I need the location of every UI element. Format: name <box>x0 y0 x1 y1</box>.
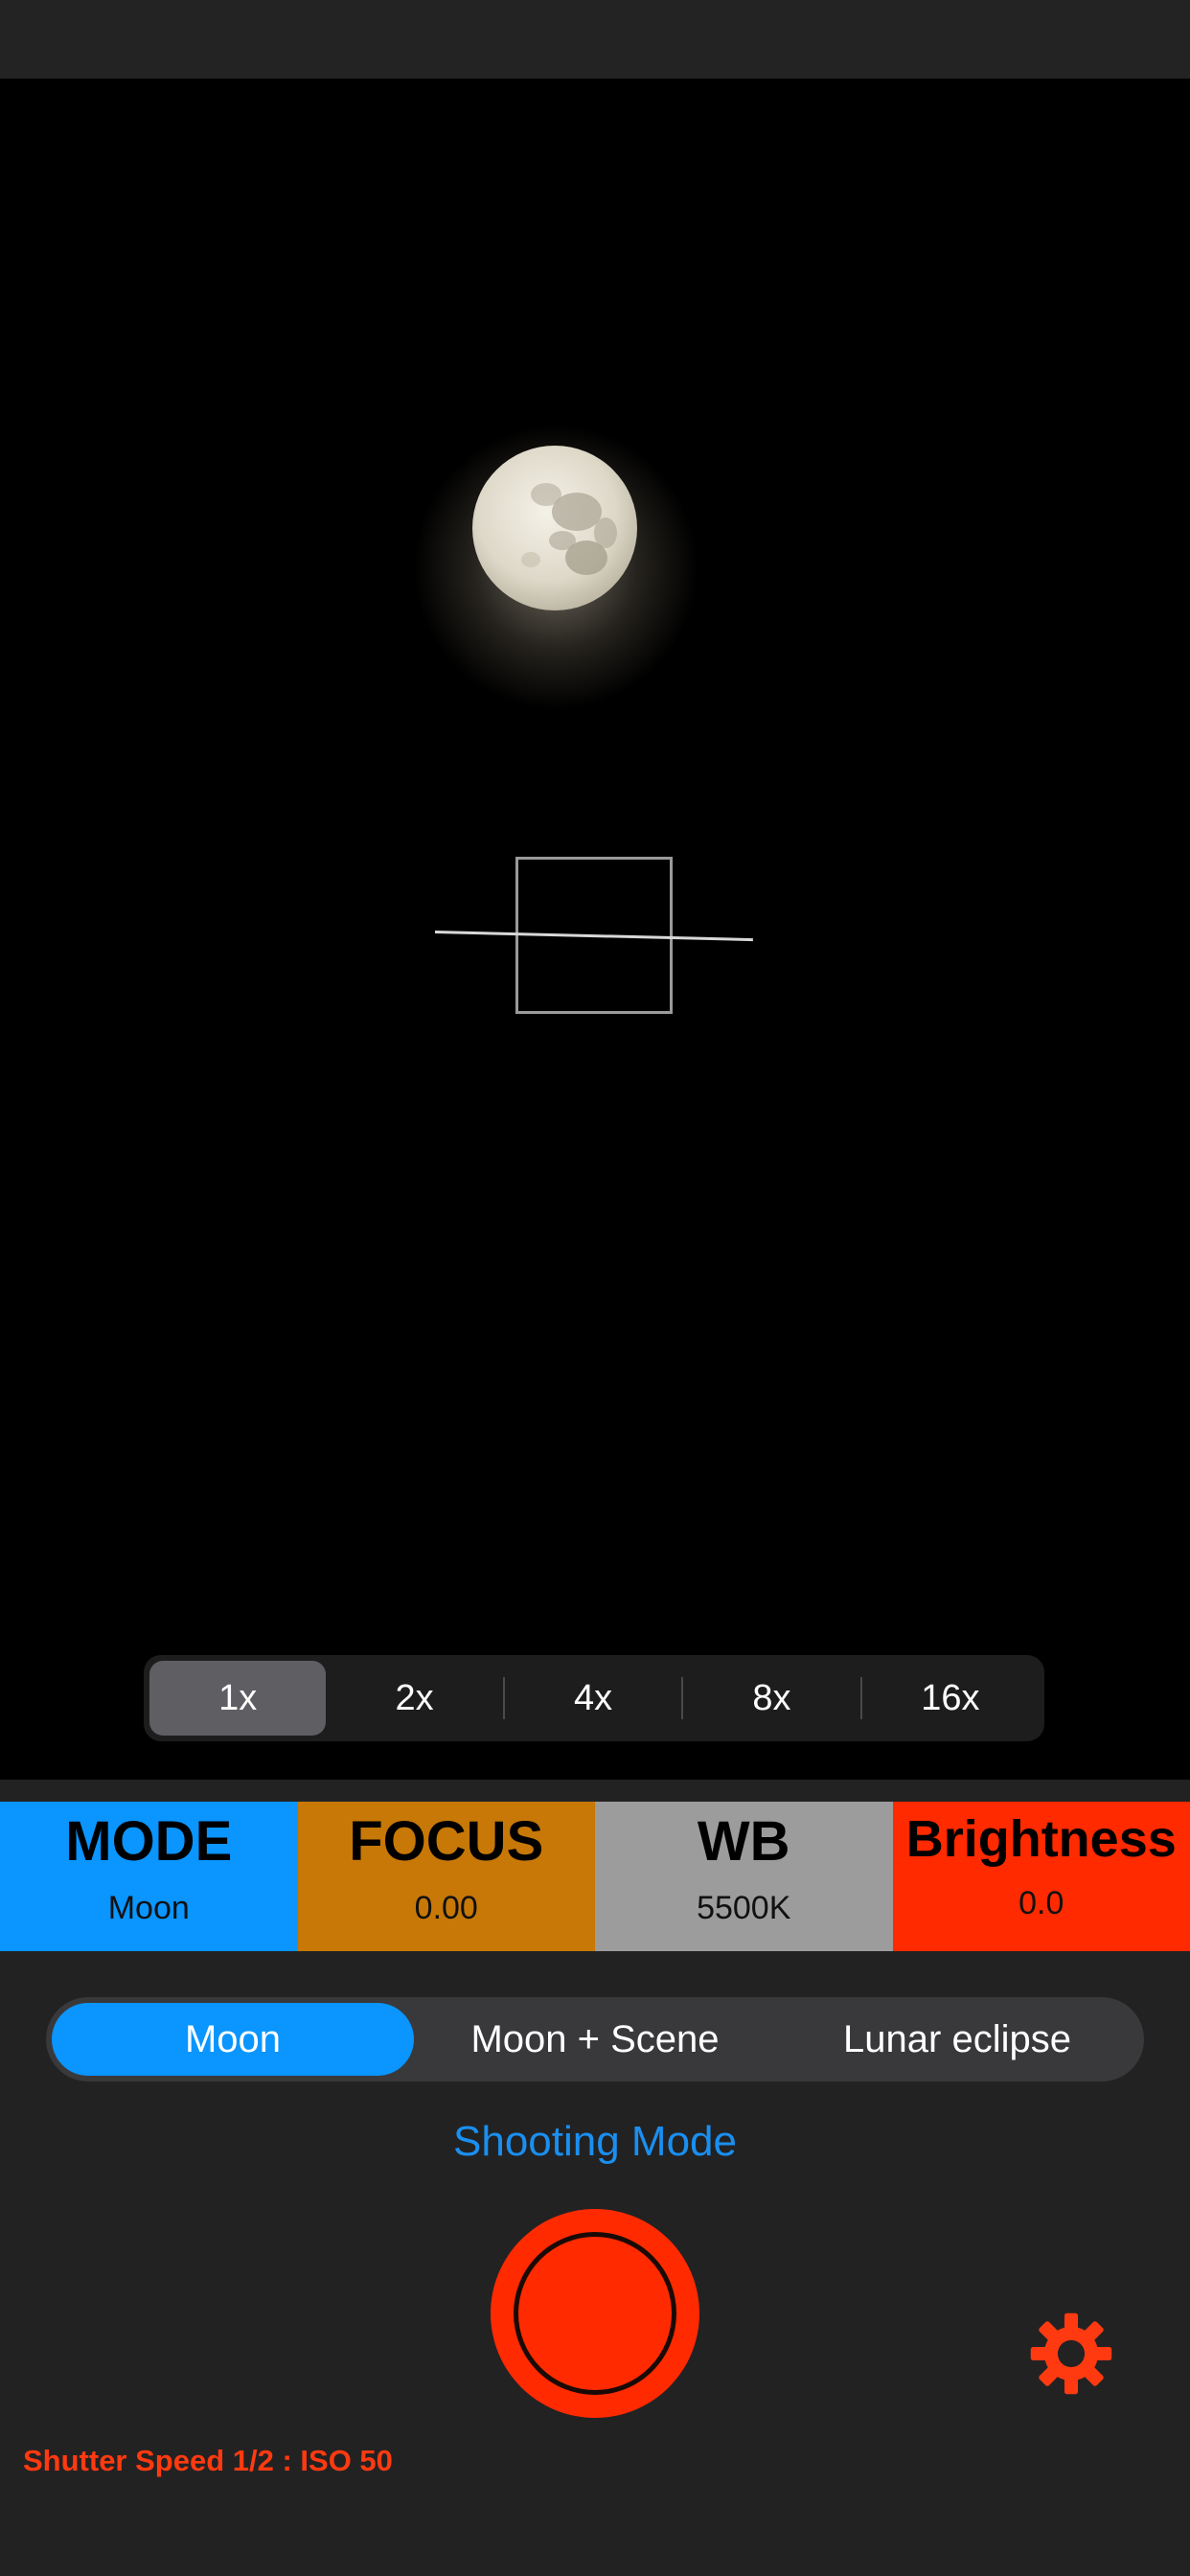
brightness-title: Brightness <box>905 1810 1177 1868</box>
brightness-tile[interactable]: Brightness 0.0 <box>892 1802 1190 1951</box>
shooting-mode-label: Shooting Mode <box>453 2118 737 2165</box>
white-balance-tile[interactable]: WB 5500K <box>595 1802 893 1951</box>
camera-viewfinder[interactable]: 1x 2x 4x 8x 16x <box>0 79 1190 1780</box>
camera-app: 1x 2x 4x 8x 16x MODE Moon FOCUS 0.00 WB … <box>0 0 1190 2576</box>
zoom-option-4x[interactable]: 4x <box>505 1661 681 1736</box>
segment-moon-scene[interactable]: Moon + Scene <box>414 2003 776 2076</box>
shutter-ring <box>514 2232 676 2395</box>
zoom-option-16x[interactable]: 16x <box>862 1661 1039 1736</box>
zoom-option-8x[interactable]: 8x <box>683 1661 859 1736</box>
zoom-option-2x[interactable]: 2x <box>326 1661 502 1736</box>
focus-tile[interactable]: FOCUS 0.00 <box>297 1802 595 1951</box>
shutter-button[interactable] <box>491 2209 699 2418</box>
white-balance-value: 5500K <box>697 1889 791 1926</box>
zoom-option-1x[interactable]: 1x <box>149 1661 327 1736</box>
mode-value: Moon <box>107 1889 190 1926</box>
mode-title: MODE <box>65 1810 233 1873</box>
segment-moon[interactable]: Moon <box>52 2003 414 2076</box>
segment-lunar-eclipse[interactable]: Lunar eclipse <box>776 2003 1138 2076</box>
mode-tile[interactable]: MODE Moon <box>0 1802 298 1951</box>
zoom-selector: 1x 2x 4x 8x 16x <box>144 1655 1044 1741</box>
white-balance-title: WB <box>697 1810 790 1873</box>
focus-title: FOCUS <box>349 1810 544 1873</box>
gear-icon[interactable] <box>1029 2312 1113 2396</box>
status-bar <box>0 0 1190 79</box>
moon-image <box>472 446 637 610</box>
camera-settings-row: MODE Moon FOCUS 0.00 WB 5500K Brightness… <box>0 1802 1190 1951</box>
shooting-mode-segmented-control: Moon Moon + Scene Lunar eclipse <box>46 1997 1144 2082</box>
exposure-status-text: Shutter Speed 1/2 : ISO 50 <box>23 2444 393 2477</box>
brightness-value: 0.0 <box>1018 1885 1064 1922</box>
focus-value: 0.00 <box>414 1889 478 1926</box>
